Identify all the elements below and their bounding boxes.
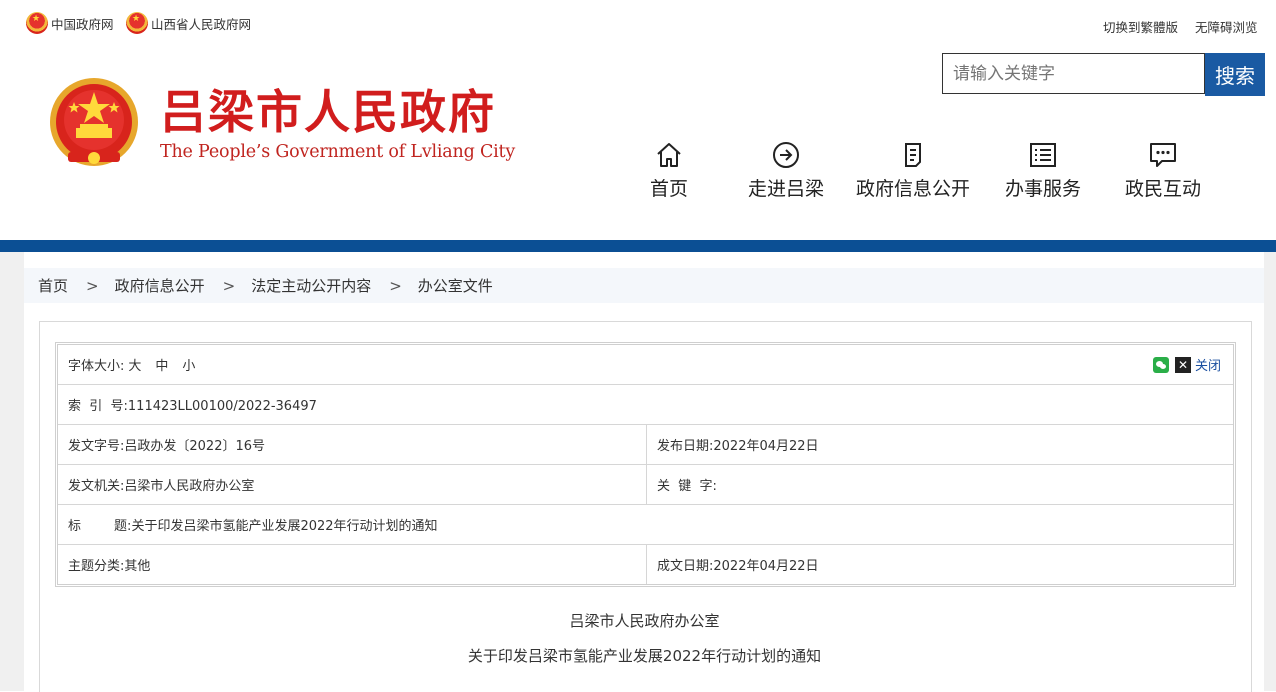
document-meta-table: 字体大小: 大 中 小 ✕ 关闭 索 引 号:111423LL00100/202… <box>55 342 1236 587</box>
chat-icon <box>1150 143 1176 167</box>
nav-gov-info-label: 政府信息公开 <box>855 178 970 200</box>
search-button[interactable]: 搜索 <box>1205 53 1265 96</box>
nav-interaction-label: 政民互动 <box>1124 178 1201 200</box>
shanxi-gov-link-label: 山西省人民政府网 <box>151 16 252 32</box>
issuing-agency: 发文机关:吕梁市人民政府办公室 <box>58 465 647 504</box>
breadcrumb-gov-info[interactable]: 政府信息公开 <box>115 275 205 296</box>
national-emblem-icon <box>126 12 148 34</box>
font-size-label: 字体大小: <box>68 359 125 374</box>
document-number: 发文字号:吕政办发〔2022〕16号 <box>58 425 647 464</box>
document-icon <box>905 143 921 167</box>
nav-about-label: 走进吕梁 <box>747 178 824 200</box>
breadcrumb-home[interactable]: 首页 <box>38 275 68 296</box>
document-title-field: 标 题:关于印发吕梁市氢能产业发展2022年行动计划的通知 <box>68 519 438 534</box>
national-emblem-logo[interactable] <box>48 76 140 171</box>
wechat-icon[interactable] <box>1152 356 1169 373</box>
meta-row: 发文机关:吕梁市人民政府办公室 关 键 字: <box>58 465 1233 505</box>
china-gov-link-label: 中国政府网 <box>51 16 114 32</box>
nav-home-label: 首页 <box>649 178 688 200</box>
document-title-heading: 关于印发吕梁市氢能产业发展2022年行动计划的通知 <box>467 647 822 665</box>
close-link[interactable]: 关闭 <box>1195 355 1221 374</box>
arrow-circle-icon <box>773 142 799 168</box>
nav-gov-info[interactable]: 政府信息公开 <box>853 140 973 201</box>
meta-row: 主题分类:其他 成文日期:2022年04月22日 <box>58 545 1233 584</box>
breadcrumb-office-docs[interactable]: 办公室文件 <box>418 275 493 296</box>
nav-home[interactable]: 首页 <box>609 140 729 201</box>
font-size-small[interactable]: 小 <box>182 355 195 374</box>
meta-row: 发文字号:吕政办发〔2022〕16号 发布日期:2022年04月22日 <box>58 425 1233 465</box>
font-size-medium[interactable]: 中 <box>155 355 168 374</box>
shanxi-gov-link[interactable]: 山西省人民政府网 <box>126 10 251 36</box>
breadcrumb-statutory[interactable]: 法定主动公开内容 <box>251 275 371 296</box>
chevron-right-icon: > <box>222 276 236 295</box>
header-divider <box>0 240 1276 252</box>
home-icon <box>657 143 681 167</box>
site-subtitle: The People’s Government of Lvliang City <box>160 142 516 162</box>
list-icon <box>1030 143 1056 167</box>
site-title[interactable]: 吕梁市人民政府 <box>160 84 496 140</box>
top-utility-bar: 中国政府网 山西省人民政府网 切换到繁體版 无障碍浏览 <box>0 0 1276 50</box>
index-number: 索 引 号:111423LL00100/2022-36497 <box>68 399 317 414</box>
document-issuer-heading: 吕梁市人民政府办公室 <box>569 612 720 630</box>
national-emblem-icon <box>26 12 48 34</box>
written-date: 成文日期:2022年04月22日 <box>657 559 819 574</box>
nav-about-lvliang[interactable]: 走进吕梁 <box>726 140 846 201</box>
accessibility-link[interactable]: 无障碍浏览 <box>1195 17 1258 36</box>
chevron-right-icon: > <box>86 276 99 295</box>
nav-services[interactable]: 办事服务 <box>983 140 1103 201</box>
china-gov-link[interactable]: 中国政府网 <box>26 10 114 36</box>
font-size-row: 字体大小: 大 中 小 ✕ 关闭 <box>58 345 1233 385</box>
meta-row: 索 引 号:111423LL00100/2022-36497 <box>58 385 1233 425</box>
keywords: 关 键 字: <box>657 479 717 494</box>
traditional-chinese-link[interactable]: 切换到繁體版 <box>1103 17 1178 36</box>
share-tools: ✕ 关闭 <box>1152 355 1233 374</box>
breadcrumb: 首页 > 政府信息公开 > 法定主动公开内容 > 办公室文件 <box>24 268 1264 303</box>
publish-date: 发布日期:2022年04月22日 <box>657 439 819 454</box>
close-icon[interactable]: ✕ <box>1174 356 1191 373</box>
nav-services-label: 办事服务 <box>1004 178 1081 200</box>
meta-row: 标 题:关于印发吕梁市氢能产业发展2022年行动计划的通知 <box>58 505 1233 545</box>
font-size-large[interactable]: 大 <box>128 355 141 374</box>
nav-interaction[interactable]: 政民互动 <box>1103 140 1223 201</box>
chevron-right-icon: > <box>389 276 402 295</box>
font-size-cell: 字体大小: 大 中 小 ✕ 关闭 <box>58 345 1233 384</box>
topic-category: 主题分类:其他 <box>58 545 647 584</box>
search-input[interactable] <box>942 53 1205 94</box>
